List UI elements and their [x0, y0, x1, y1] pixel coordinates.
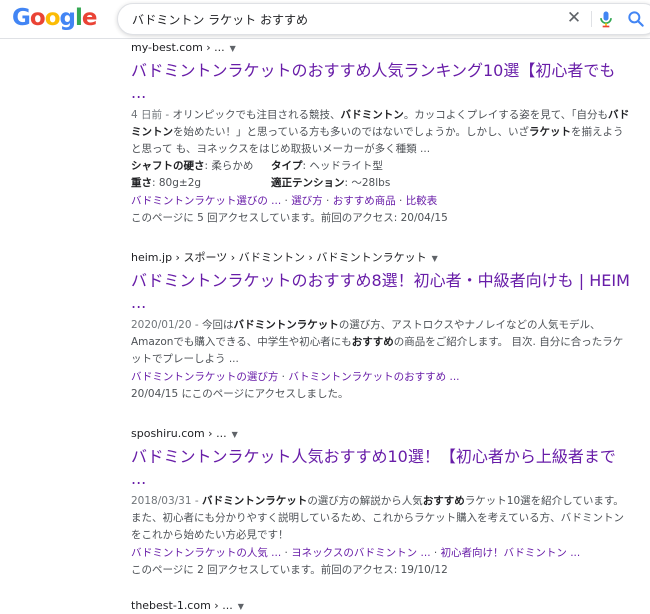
result-url[interactable]: heim.jp › スポーツ › バドミントン › バドミントンラケット ▼: [131, 250, 631, 266]
dropdown-arrow-icon[interactable]: ▼: [232, 427, 238, 442]
search-result: sposhiru.com › ... ▼ バドミントンラケット人気おすすめ10選！…: [131, 426, 631, 578]
magnifier-icon[interactable]: [626, 9, 646, 29]
sitelink[interactable]: バドミントンラケットの選び方: [131, 371, 278, 383]
dropdown-arrow-icon[interactable]: ▼: [432, 251, 438, 266]
logo-letter: o: [29, 5, 46, 31]
search-input[interactable]: [132, 9, 542, 29]
divider: [591, 11, 592, 27]
google-logo[interactable]: Google: [12, 4, 98, 32]
sitelink[interactable]: 比較表: [406, 195, 438, 207]
result-url[interactable]: sposhiru.com › ... ▼: [131, 426, 631, 442]
sitelink[interactable]: バドミントンラケットの人気 ...: [131, 547, 281, 559]
logo-letter: l: [74, 5, 83, 31]
sitelink[interactable]: 初心者向け！バドミントン ...: [441, 547, 581, 559]
sitelinks: バドミントンラケット選びの ... · 選び方 · おすすめ商品 · 比較表: [131, 195, 438, 207]
sitelink[interactable]: ヨネックスのバドミントン ...: [291, 547, 430, 559]
close-icon[interactable]: ✕: [564, 8, 584, 28]
result-attributes: シャフトの硬さ: 柔らかめ タイプ: ヘッドライト型 重さ: 80g±2g 適正…: [131, 160, 391, 189]
logo-letter: G: [12, 5, 31, 31]
result-title-link[interactable]: バドミントンラケット人気おすすめ10選！【初心者から上級者まで ...: [131, 446, 631, 490]
sitelink[interactable]: おすすめ商品: [333, 195, 396, 207]
search-result: heim.jp › スポーツ › バドミントン › バドミントンラケット ▼ バド…: [131, 250, 631, 402]
sitelink[interactable]: バドミントンラケット選びの ...: [131, 195, 281, 207]
microphone-icon[interactable]: [596, 9, 616, 29]
visit-info: このページに 5 回アクセスしています。前回のアクセス: 20/04/15: [131, 212, 448, 224]
visit-info: このページに 2 回アクセスしています。前回のアクセス: 19/10/12: [131, 564, 448, 576]
result-snippet: 2018/03/31 - バドミントンラケットの選び方の解説から人気おすすめラケ…: [131, 495, 624, 541]
logo-letter: o: [44, 5, 61, 31]
visit-info: 20/04/15 にこのページにアクセスしました。: [131, 388, 349, 400]
search-box[interactable]: ✕: [117, 3, 650, 35]
result-snippet: 2020/01/20 - 今回はバドミントンラケットの選び方、アストロクスやナノ…: [131, 319, 624, 365]
logo-letter: g: [59, 5, 77, 31]
sitelinks: バドミントンラケットの人気 ... · ヨネックスのバドミントン ... · 初…: [131, 547, 581, 559]
sitelink[interactable]: バトミントンラケットのおすすめ ...: [288, 371, 459, 383]
top-bar: Google ✕: [0, 0, 650, 39]
result-snippet: 4 日前 - オリンピックでも注目される競技、バドミントン。カッコよくプレイする…: [131, 109, 630, 155]
result-url[interactable]: my-best.com › ... ▼: [131, 40, 631, 56]
result-title-link[interactable]: バドミントンラケットのおすすめ8選！初心者・中級者向けも | HEIM ...: [131, 270, 631, 314]
dropdown-arrow-icon[interactable]: ▼: [230, 41, 236, 56]
sitelink[interactable]: 選び方: [291, 195, 323, 207]
sitelinks: バドミントンラケットの選び方 · バトミントンラケットのおすすめ ...: [131, 371, 460, 383]
logo-letter: e: [81, 5, 98, 31]
search-result: my-best.com › ... ▼ バドミントンラケットのおすすめ人気ランキン…: [131, 40, 631, 226]
result-title-link[interactable]: バドミントンラケットのおすすめ人気ランキング10選【初心者でも ...: [131, 60, 631, 104]
